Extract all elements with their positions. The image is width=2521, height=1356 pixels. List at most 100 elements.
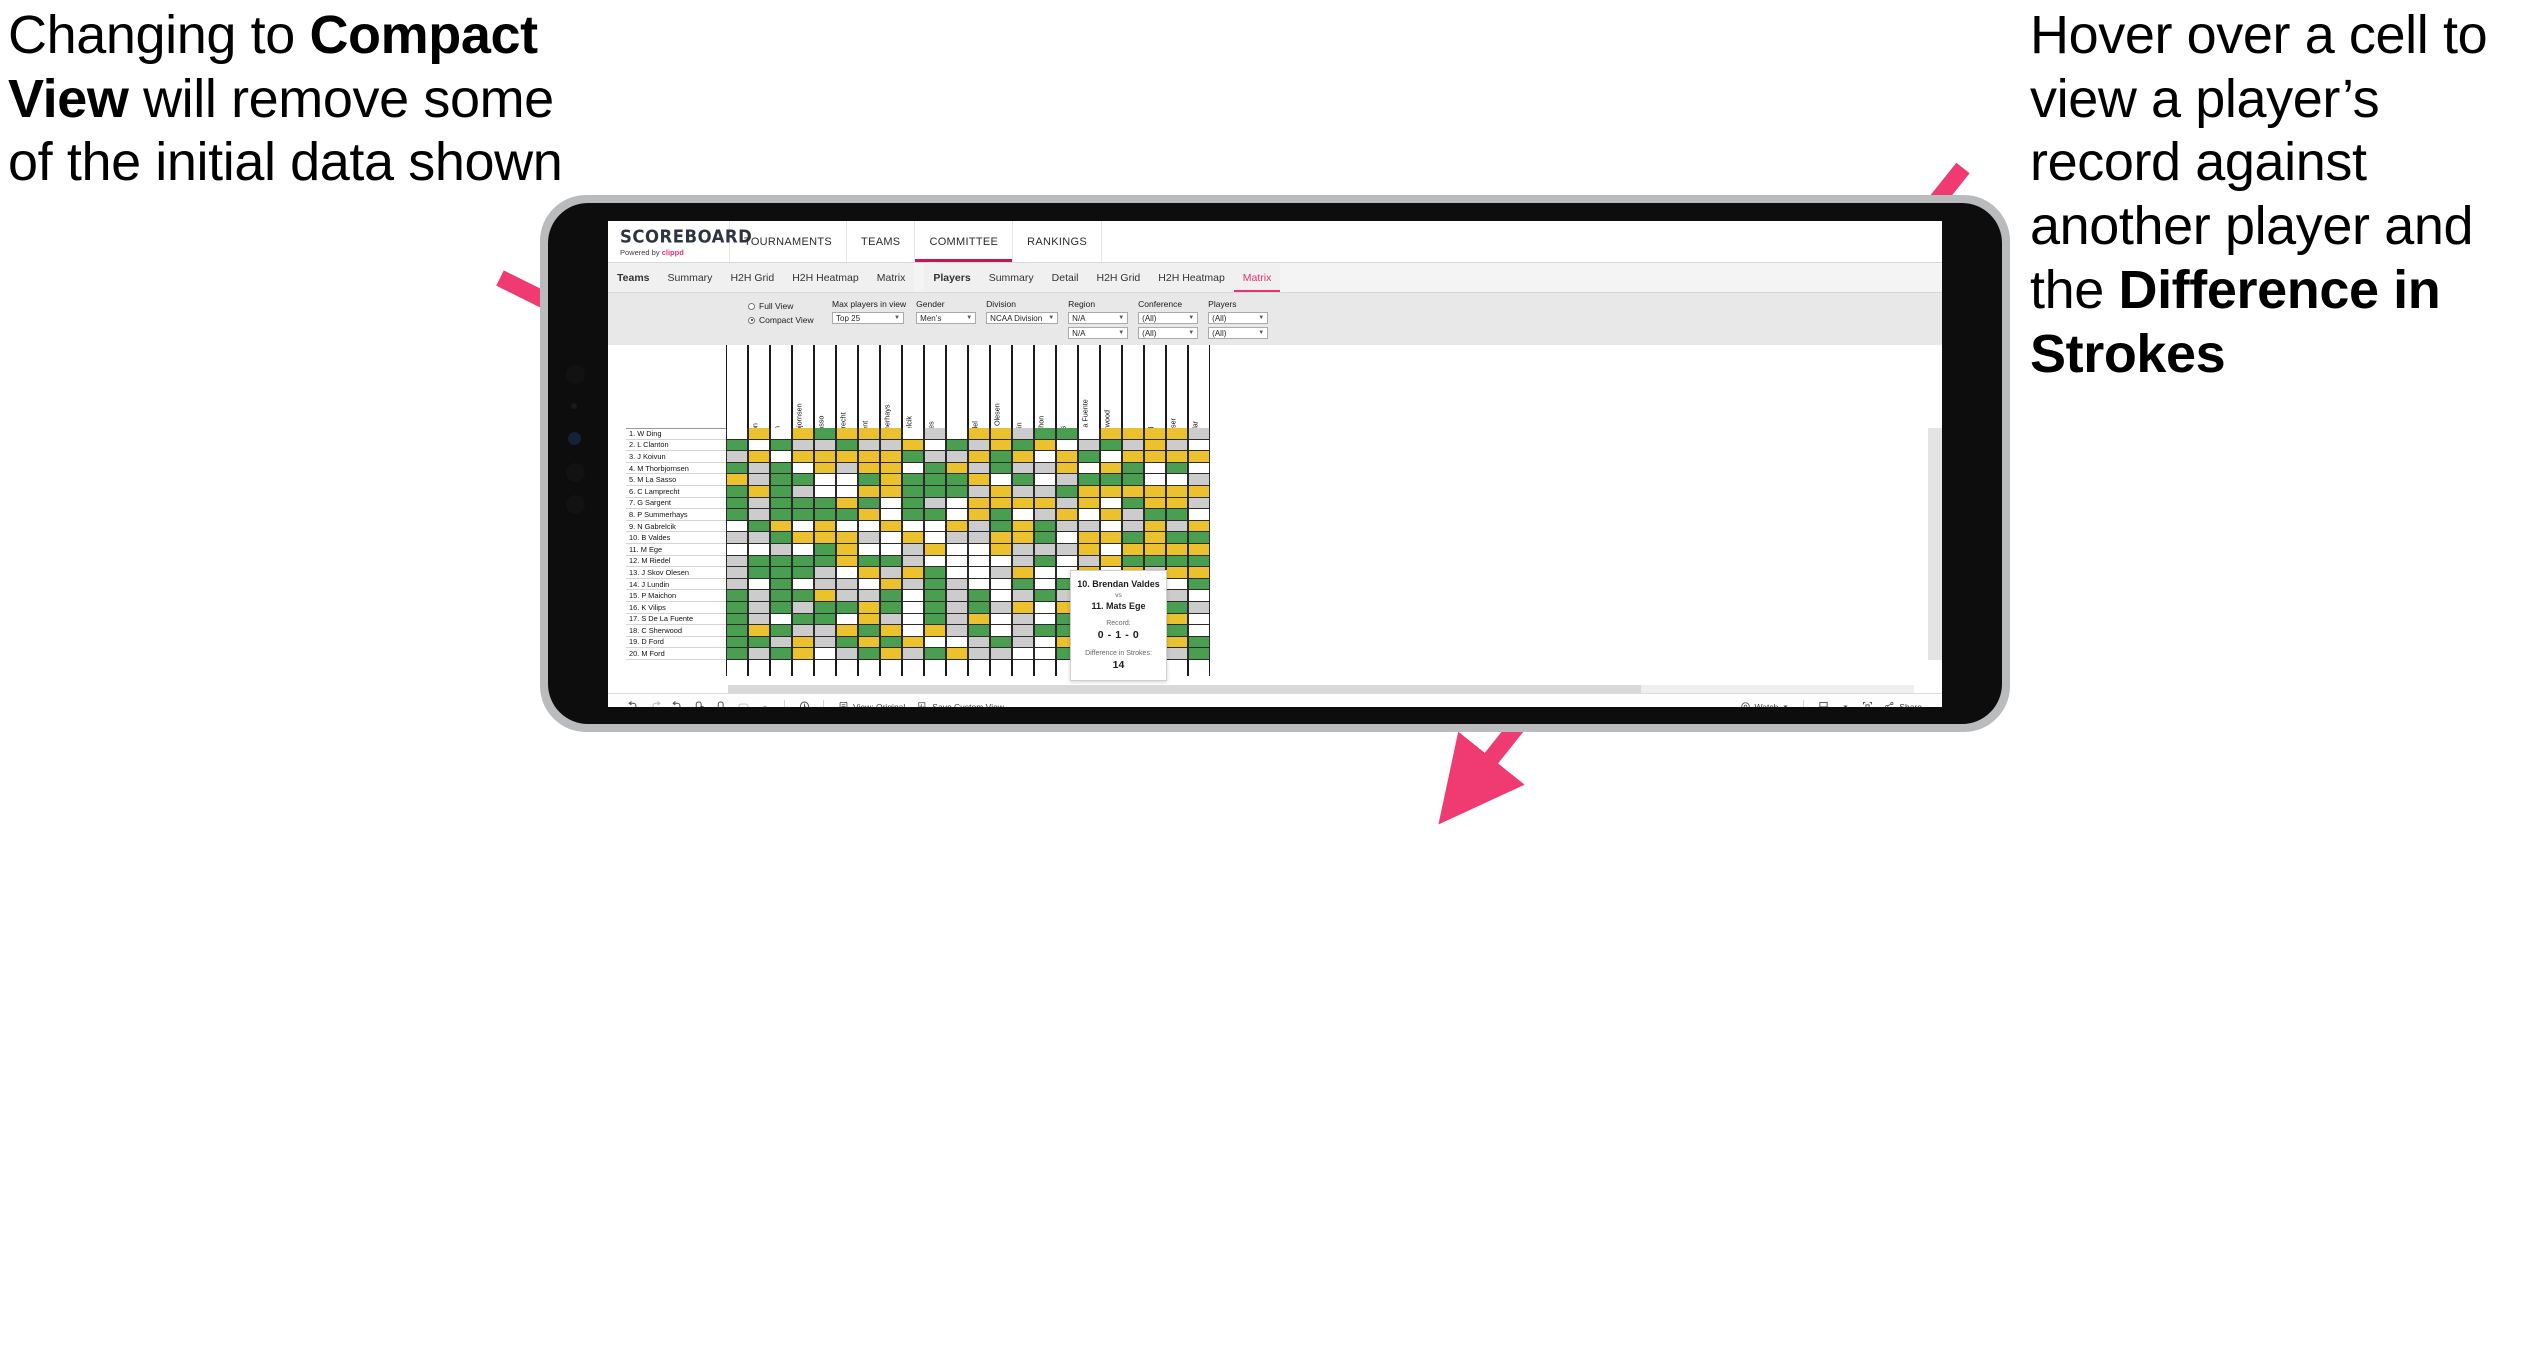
redo-icon[interactable]: [644, 697, 666, 707]
matrix-cell[interactable]: [1034, 451, 1056, 463]
matrix-cell[interactable]: [836, 636, 858, 649]
matrix-cell[interactable]: [770, 636, 792, 649]
matrix-cell[interactable]: [1056, 555, 1078, 568]
matrix-cell[interactable]: [1166, 474, 1188, 486]
download-dropdown-icon[interactable]: [1834, 697, 1856, 707]
matrix-cell[interactable]: [924, 497, 946, 510]
matrix-cell[interactable]: [990, 439, 1012, 452]
refresh-data-icon[interactable]: [688, 697, 710, 707]
matrix-cell[interactable]: [990, 601, 1012, 614]
topnav-item-teams[interactable]: TEAMS: [847, 221, 916, 262]
matrix-cell[interactable]: [1166, 590, 1188, 602]
matrix-cell[interactable]: [748, 636, 770, 649]
matrix-cell[interactable]: [748, 474, 770, 486]
matrix-cell[interactable]: [836, 578, 858, 591]
matrix-cell[interactable]: [814, 509, 836, 521]
matrix-cell[interactable]: [1166, 555, 1188, 568]
matrix-cell[interactable]: [792, 555, 814, 568]
fullscreen-icon[interactable]: [1856, 697, 1878, 707]
matrix-cell[interactable]: [1100, 497, 1122, 510]
matrix-cell[interactable]: [1166, 497, 1188, 510]
matrix-cell[interactable]: [1100, 532, 1122, 544]
matrix-cell[interactable]: [1166, 625, 1188, 637]
matrix-cell[interactable]: [792, 451, 814, 463]
matrix-cell[interactable]: [770, 439, 792, 452]
matrix-cell[interactable]: [968, 439, 990, 452]
matrix-cell[interactable]: [814, 578, 836, 591]
matrix-cell[interactable]: [1034, 520, 1056, 533]
matrix-cell[interactable]: [990, 578, 1012, 591]
matrix-cell[interactable]: [990, 428, 1012, 440]
matrix-cell[interactable]: [814, 613, 836, 626]
matrix-cell[interactable]: [792, 578, 814, 591]
matrix-cell[interactable]: [1188, 439, 1210, 452]
matrix-cell[interactable]: [1056, 439, 1078, 452]
matrix-cell[interactable]: [990, 462, 1012, 475]
matrix-cell[interactable]: [748, 543, 770, 556]
matrix-cell[interactable]: [1166, 509, 1188, 521]
matrix-cell[interactable]: [880, 648, 902, 660]
matrix-cell[interactable]: [924, 590, 946, 602]
pause-updates-icon[interactable]: [710, 697, 732, 707]
matrix-cell[interactable]: [902, 485, 924, 498]
matrix-cell[interactable]: [1122, 532, 1144, 544]
matrix-cell[interactable]: [1100, 520, 1122, 533]
matrix-cell[interactable]: [1056, 532, 1078, 544]
matrix-cell[interactable]: [748, 509, 770, 521]
matrix-cell[interactable]: [1188, 567, 1210, 579]
matrix-cell[interactable]: [946, 636, 968, 649]
matrix-cell[interactable]: [880, 485, 902, 498]
matrix-cell[interactable]: [814, 532, 836, 544]
matrix-cell[interactable]: [792, 613, 814, 626]
matrix-cell[interactable]: [1056, 509, 1078, 521]
matrix-cell[interactable]: [726, 485, 748, 498]
matrix-cell[interactable]: [924, 636, 946, 649]
matrix-cell[interactable]: [902, 520, 924, 533]
matrix-cell[interactable]: [968, 520, 990, 533]
matrix-cell[interactable]: [858, 648, 880, 660]
matrix-cell[interactable]: [814, 625, 836, 637]
matrix-cell[interactable]: [946, 474, 968, 486]
matrix-cell[interactable]: [990, 543, 1012, 556]
matrix-cell[interactable]: [836, 451, 858, 463]
matrix-cell[interactable]: [836, 509, 858, 521]
matrix-cell[interactable]: [880, 555, 902, 568]
matrix-cell[interactable]: [1100, 428, 1122, 440]
matrix-cell[interactable]: [1144, 543, 1166, 556]
matrix-cell[interactable]: [880, 567, 902, 579]
matrix-cell[interactable]: [814, 497, 836, 510]
matrix-cell[interactable]: [1012, 485, 1034, 498]
matrix-cell[interactable]: [1100, 555, 1122, 568]
matrix-cell[interactable]: [1012, 648, 1034, 660]
matrix-cell[interactable]: [1012, 509, 1034, 521]
matrix-cell[interactable]: [1012, 578, 1034, 591]
matrix-cell[interactable]: [1188, 648, 1210, 660]
matrix-cell[interactable]: [946, 578, 968, 591]
matrix-cell[interactable]: [748, 590, 770, 602]
matrix-cell[interactable]: [1078, 485, 1100, 498]
matrix-cell[interactable]: [748, 462, 770, 475]
matrix-cell[interactable]: [770, 532, 792, 544]
tab-teams-summary[interactable]: Summary: [659, 263, 722, 292]
matrix-cell[interactable]: [990, 590, 1012, 602]
matrix-cell[interactable]: [748, 532, 770, 544]
matrix-cell[interactable]: [836, 555, 858, 568]
matrix-cell[interactable]: [1166, 439, 1188, 452]
matrix-cell[interactable]: [1034, 648, 1056, 660]
horizontal-scrollbar-track[interactable]: [728, 685, 1914, 693]
matrix-cell[interactable]: [1122, 520, 1144, 533]
matrix-cell[interactable]: [792, 520, 814, 533]
matrix-cell[interactable]: [990, 625, 1012, 637]
matrix-cell[interactable]: [880, 578, 902, 591]
matrix-cell[interactable]: [990, 509, 1012, 521]
matrix-cell[interactable]: [1078, 497, 1100, 510]
matrix-cell[interactable]: [1100, 462, 1122, 475]
matrix-cell[interactable]: [858, 462, 880, 475]
matrix-cell[interactable]: [726, 636, 748, 649]
matrix-cell[interactable]: [1188, 636, 1210, 649]
matrix-cell[interactable]: [1188, 474, 1210, 486]
matrix-cell[interactable]: [990, 567, 1012, 579]
matrix-cell[interactable]: [924, 648, 946, 660]
matrix-cell[interactable]: [792, 543, 814, 556]
radio-circle-compact-view[interactable]: [748, 316, 755, 324]
